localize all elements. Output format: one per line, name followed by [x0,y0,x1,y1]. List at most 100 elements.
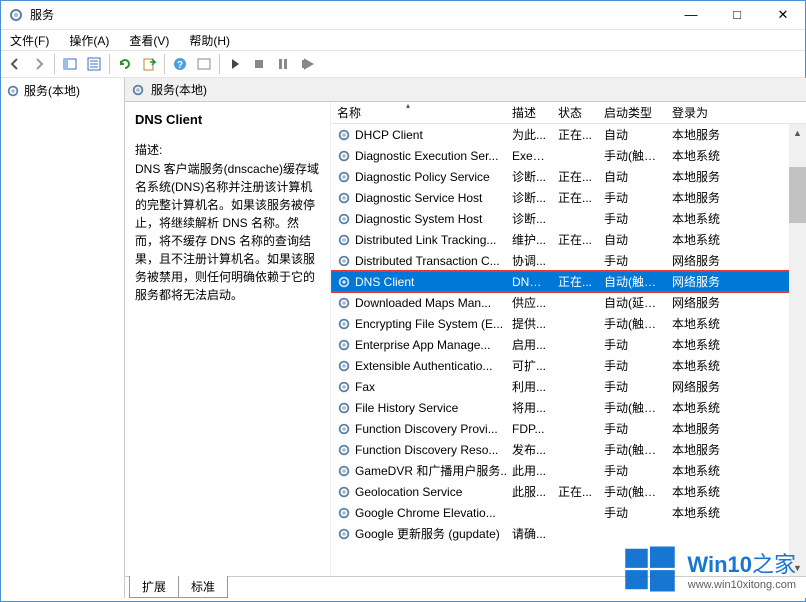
help-button[interactable]: ? [169,53,191,75]
toolbar: ? [0,50,806,78]
service-logon: 本地系统 [666,483,744,500]
service-row[interactable]: DHCP Client为此...正在...自动本地服务 [331,124,806,145]
restart-service-button[interactable] [296,53,318,75]
service-startup: 手动(触发... [598,483,666,500]
show-hide-tree-button[interactable] [59,53,81,75]
service-row[interactable]: Extensible Authenticatio...可扩...手动本地系统 [331,355,806,376]
service-row[interactable]: Geolocation Service此服...正在...手动(触发...本地系… [331,481,806,502]
minimize-button[interactable]: — [668,0,714,30]
close-button[interactable]: ✕ [760,0,806,30]
gear-icon [337,380,351,394]
service-row[interactable]: Diagnostic Policy Service诊断...正在...自动本地服… [331,166,806,187]
service-row[interactable]: DNS ClientDNS...正在...自动(触发...网络服务 [331,271,806,292]
col-startup[interactable]: 启动类型 [598,104,666,121]
gear-icon [337,275,351,289]
description-label: 描述: [135,141,320,158]
col-name[interactable]: 名称 [331,104,506,121]
refresh-button[interactable] [114,53,136,75]
service-desc: 启用... [506,336,552,353]
tree-pane: 服务(本地) [0,78,125,598]
back-button[interactable] [4,53,26,75]
start-service-button[interactable] [224,53,246,75]
gear-icon [337,338,351,352]
service-startup: 手动 [598,378,666,395]
stop-service-button[interactable] [248,53,270,75]
service-status: 正在... [552,231,598,248]
tree-item-services-local[interactable]: 服务(本地) [0,80,124,101]
tab-extended[interactable]: 扩展 [129,576,179,598]
list-header: 名称 ▴ 描述 状态 启动类型 登录为 [331,102,806,124]
service-name: Encrypting File System (E... [355,317,503,331]
gear-icon [6,84,20,98]
service-desc: 此用... [506,462,552,479]
service-row[interactable]: Google Chrome Elevatio...手动本地系统 [331,502,806,523]
service-desc: 诊断... [506,210,552,227]
service-row[interactable]: Enterprise App Manage...启用...手动本地系统 [331,334,806,355]
service-row[interactable]: Distributed Link Tracking...维护...正在...自动… [331,229,806,250]
service-row[interactable]: Distributed Transaction C...协调...手动网络服务 [331,250,806,271]
service-status: 正在... [552,273,598,290]
service-logon: 本地系统 [666,504,744,521]
gear-icon [337,422,351,436]
service-row[interactable]: Diagnostic System Host诊断...手动本地系统 [331,208,806,229]
menu-file[interactable]: 文件(F) [4,32,55,49]
gear-icon [337,506,351,520]
service-desc: 维护... [506,231,552,248]
gear-icon [337,149,351,163]
col-status[interactable]: 状态 [552,104,598,121]
maximize-button[interactable]: □ [714,0,760,30]
service-row[interactable]: Fax利用...手动网络服务 [331,376,806,397]
service-row[interactable]: Encrypting File System (E...提供...手动(触发..… [331,313,806,334]
toolbar-icon[interactable] [193,53,215,75]
service-startup: 手动 [598,252,666,269]
service-row[interactable]: Function Discovery Reso...发布...手动(触发...本… [331,439,806,460]
pause-service-button[interactable] [272,53,294,75]
col-logon[interactable]: 登录为 [666,104,744,121]
service-row[interactable]: Function Discovery Provi...FDP...手动本地服务 [331,418,806,439]
service-logon: 本地服务 [666,420,744,437]
service-row[interactable]: Diagnostic Service Host诊断...正在...手动本地服务 [331,187,806,208]
properties-button[interactable] [83,53,105,75]
service-startup: 自动(触发... [598,273,666,290]
gear-icon [337,485,351,499]
col-description[interactable]: 描述 [506,104,552,121]
service-desc: 协调... [506,252,552,269]
service-desc: Exec... [506,149,552,163]
service-logon: 本地服务 [666,189,744,206]
svg-text:?: ? [177,60,183,71]
sort-indicator-icon: ▴ [406,102,410,110]
service-name: Google 更新服务 (gupdate) [355,525,500,542]
service-startup: 手动 [598,462,666,479]
forward-button[interactable] [28,53,50,75]
vertical-scrollbar[interactable]: ▲ ▼ [789,124,806,576]
scroll-thumb[interactable] [789,167,806,223]
service-row[interactable]: Diagnostic Execution Ser...Exec...手动(触发.… [331,145,806,166]
menu-action[interactable]: 操作(A) [63,32,115,49]
menu-help[interactable]: 帮助(H) [183,32,236,49]
scroll-up-icon[interactable]: ▲ [789,124,806,141]
window-title: 服务 [30,6,668,23]
service-row[interactable]: GameDVR 和广播用户服务...此用... 手动本地系统 [331,460,806,481]
gear-icon [337,212,351,226]
service-desc: 诊断... [506,189,552,206]
service-name: Fax [355,380,375,394]
menu-view[interactable]: 查看(V) [123,32,175,49]
service-logon: 本地系统 [666,462,744,479]
service-row[interactable]: File History Service将用...手动(触发...本地系统 [331,397,806,418]
service-row[interactable]: Downloaded Maps Man...供应...自动(延迟...网络服务 [331,292,806,313]
service-startup: 手动 [598,357,666,374]
service-row[interactable]: Google 更新服务 (gupdate)请确... [331,523,806,544]
service-startup: 手动(触发... [598,441,666,458]
scroll-down-icon[interactable]: ▼ [789,559,806,576]
service-startup: 自动(延迟... [598,294,666,311]
service-name: GameDVR 和广播用户服务... [355,462,506,479]
gear-icon [337,191,351,205]
service-logon: 网络服务 [666,378,744,395]
service-logon: 本地服务 [666,126,744,143]
selected-service-name: DNS Client [135,112,320,127]
service-startup: 手动 [598,210,666,227]
tab-standard[interactable]: 标准 [178,576,228,598]
export-button[interactable] [138,53,160,75]
gear-icon [337,359,351,373]
service-desc: 提供... [506,315,552,332]
